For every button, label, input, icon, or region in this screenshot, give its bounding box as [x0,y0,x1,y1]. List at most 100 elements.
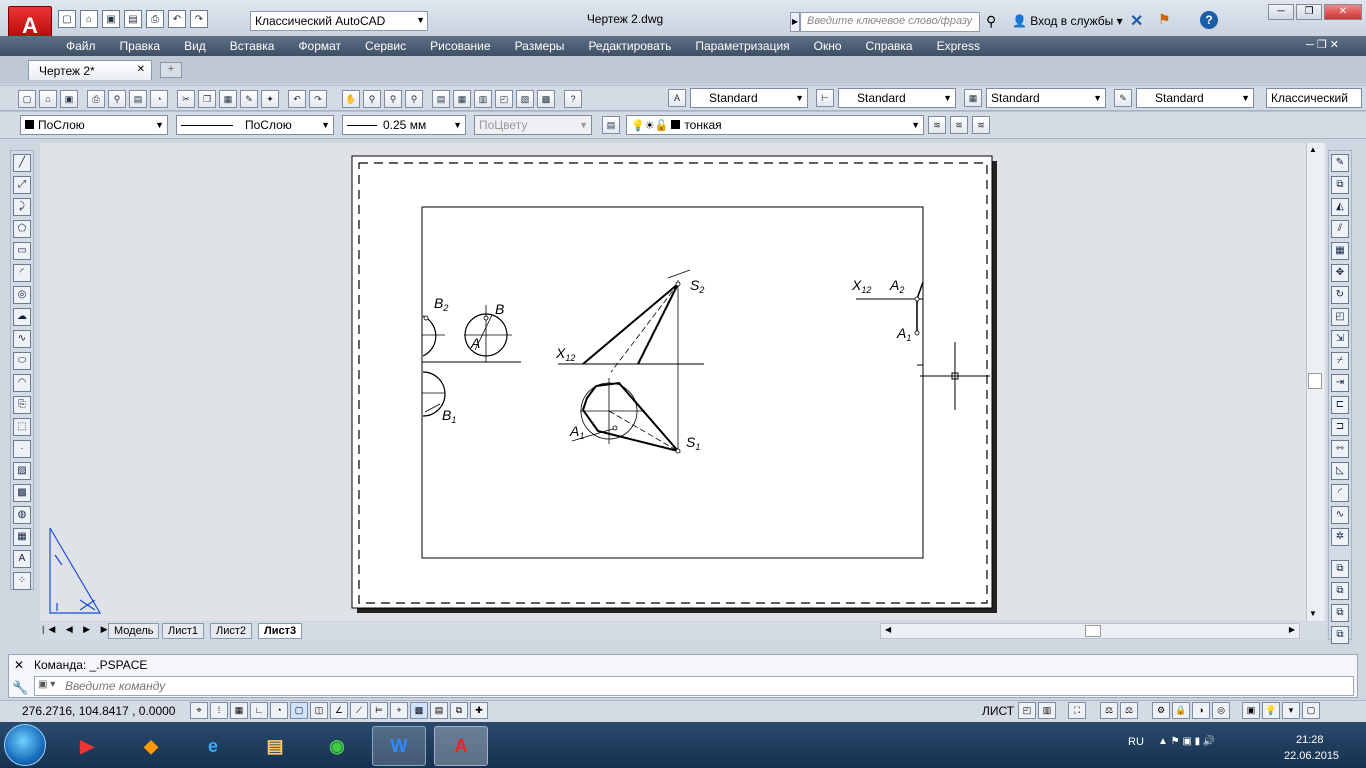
coordinates-readout[interactable]: 276.2716, 104.8417 , 0.0000 [22,704,175,718]
blend-icon[interactable]: ∿ [1331,506,1349,524]
explode-icon[interactable]: ✲ [1331,528,1349,546]
quick-properties-icon[interactable]: ▤ [430,702,448,719]
plotstyle-select[interactable]: ПоЦвету ▼ [474,115,592,135]
redo-icon[interactable]: ↷ [309,90,327,108]
stretch-icon[interactable]: ⇲ [1331,330,1349,348]
text-style-select[interactable]: Standard ▼ [690,88,808,108]
close-icon[interactable]: ✕ [137,64,145,75]
workspace-selector[interactable]: Классический AutoCAD ▼ [250,11,428,31]
horizontal-scrollbar[interactable]: ◀ ▶ [880,623,1300,639]
annotation-monitor-icon[interactable]: ✚ [470,702,488,719]
workspace-select[interactable]: Классический [1266,88,1362,108]
menu-item-help[interactable]: Справка [866,39,913,53]
copy-icon[interactable]: ❐ [198,90,216,108]
layer-select[interactable]: 💡☀🔓 тонкая ▼ [626,115,924,135]
point-icon[interactable]: · [13,440,31,458]
make-current-layer-icon[interactable]: ≋ [928,116,946,134]
tray-icons[interactable]: ▲ ⚑ ▣ ▮ 🔊 [1158,736,1215,747]
minimize-button[interactable]: ─ [1268,4,1294,20]
menu-item-express[interactable]: Express [937,39,980,53]
publish-icon[interactable]: ▤ [129,90,147,108]
tab-sheet3[interactable]: Лист3 [258,623,303,639]
move-icon[interactable]: ✥ [1331,264,1349,282]
3d-dwf-icon[interactable]: ◔ [150,90,168,108]
infer-constraints-icon[interactable]: ⌖ [190,702,208,719]
status-menu-icon[interactable]: ▾ [1282,702,1300,719]
vertical-scrollbar[interactable]: ▲ ▼ [1306,143,1324,621]
search-input[interactable]: Введите ключевое слово/фразу [800,12,980,32]
explorer-icon[interactable]: ▤ [248,726,302,766]
zoom-realtime-icon[interactable]: ⚲ [363,90,381,108]
media-player-icon[interactable]: ▶ [60,726,114,766]
new-icon[interactable]: ▢ [18,90,36,108]
quick-view-drawings-icon[interactable]: ▥ [1038,702,1056,719]
menu-item-file[interactable]: Файл [66,39,96,53]
arc-icon[interactable]: ◜ [13,264,31,282]
cut-icon[interactable]: ✂ [177,90,195,108]
zoom-previous-icon[interactable]: ⚲ [405,90,423,108]
calculator-icon[interactable]: ▩ [537,90,555,108]
undo-icon[interactable]: ↶ [168,10,186,28]
scroll-down-icon[interactable]: ▼ [1309,609,1317,618]
menu-item-window[interactable]: Окно [814,39,842,53]
layout-nav-buttons[interactable]: |◀ ◀ ▶ ▶| [42,624,118,635]
language-indicator[interactable]: RU [1128,736,1144,748]
layer-properties-icon[interactable]: ▤ [602,116,620,134]
construction-line-icon[interactable]: ⤢ [13,176,31,194]
bulb-icon[interactable]: 💡 [1262,702,1280,719]
array-icon[interactable]: ▦ [1331,242,1349,260]
mirror-icon[interactable]: ◭ [1331,198,1349,216]
dim-style-select[interactable]: Standard ▼ [838,88,956,108]
draw-order-front-icon[interactable]: ⧉ [1331,560,1349,578]
menu-item-draw[interactable]: Рисование [430,39,490,53]
table-icon[interactable]: ▦ [13,528,31,546]
draw-order-below-icon[interactable]: ⧉ [1331,626,1349,644]
extend-icon[interactable]: ⇥ [1331,374,1349,392]
search-expand-button[interactable]: ▶ [790,12,800,32]
command-input[interactable]: Введите команду [34,676,1354,696]
line-icon[interactable]: ╱ [13,154,31,172]
rotate-icon[interactable]: ↻ [1331,286,1349,304]
lineweight-select[interactable]: 0.25 мм ▼ [342,115,466,135]
workspace-switch-icon[interactable]: ⚙ [1152,702,1170,719]
scale-icon[interactable]: ◰ [1331,308,1349,326]
paper-space-toggle[interactable]: ЛИСТ [982,704,1014,718]
internet-explorer-icon[interactable]: e [186,726,240,766]
circle-icon[interactable]: ◎ [13,286,31,304]
lineweight-toggle-icon[interactable]: + [390,702,408,719]
clock-time[interactable]: 21:28 [1296,734,1324,746]
login-button[interactable]: 👤 Вход в службы ▾ [1012,14,1123,28]
ellipse-icon[interactable]: ⬭ [13,352,31,370]
word-icon[interactable]: W [372,726,426,766]
scroll-right-icon[interactable]: ▶ [1289,625,1295,634]
dynamic-input-icon[interactable]: ⊨ [370,702,388,719]
menu-item-view[interactable]: Вид [184,39,206,53]
region-icon[interactable]: ◍ [13,506,31,524]
chamfer-icon[interactable]: ◺ [1331,462,1349,480]
scroll-thumb[interactable] [1308,373,1322,389]
clock-date[interactable]: 22.06.2015 [1284,750,1339,762]
maximize-viewport-icon[interactable]: ⛶ [1068,702,1086,719]
clean-screen-icon[interactable]: ▢ [1302,702,1320,719]
sheet-set-icon[interactable]: ◰ [495,90,513,108]
undo-icon[interactable]: ↶ [288,90,306,108]
rectangle-icon[interactable]: ▭ [13,242,31,260]
join-icon[interactable]: ⇿ [1331,440,1349,458]
gradient-icon[interactable]: ▩ [13,484,31,502]
spline-icon[interactable]: ∿ [13,330,31,348]
ellipse-arc-icon[interactable]: ◠ [13,374,31,392]
notification-icon[interactable]: ▣ [1242,702,1260,719]
insert-block-icon[interactable]: ⎘ [13,396,31,414]
properties-icon[interactable]: ▤ [432,90,450,108]
markup-icon[interactable]: ▧ [516,90,534,108]
layer-state-icon[interactable]: ≋ [972,116,990,134]
osnap-icon[interactable]: ▢ [290,702,308,719]
tool-palettes-icon[interactable]: ▥ [474,90,492,108]
maximize-button[interactable]: ❐ [1296,4,1322,20]
fillet-icon[interactable]: ◜ [1331,484,1349,502]
polyline-icon[interactable]: ⤸ [13,198,31,216]
tab-sheet2[interactable]: Лист2 [210,623,253,639]
zoom-window-icon[interactable]: ⚲ [384,90,402,108]
color-select[interactable]: ПоСлою ▼ [20,115,168,135]
save-icon[interactable]: ▣ [60,90,78,108]
